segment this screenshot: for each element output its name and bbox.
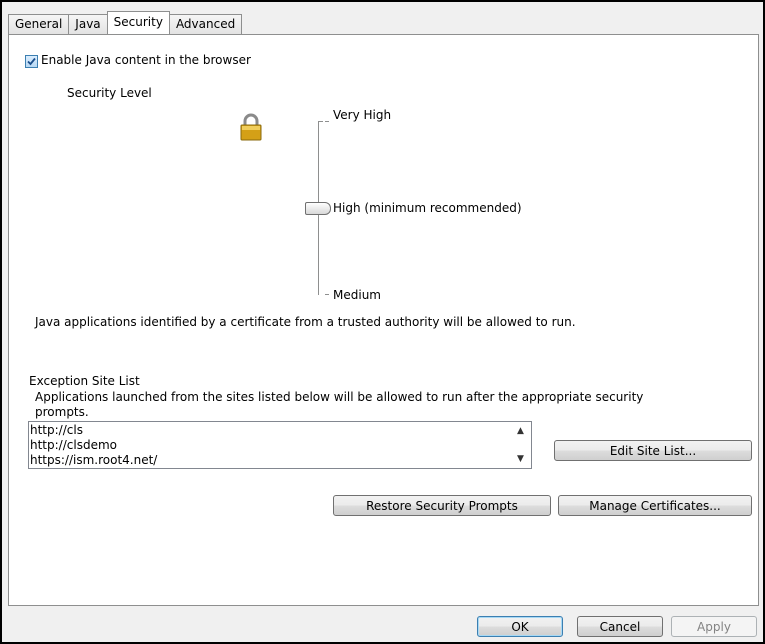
security-level-heading: Security Level xyxy=(67,86,152,100)
security-slider-thumb[interactable] xyxy=(305,202,331,215)
list-item[interactable]: http://cls xyxy=(30,423,157,438)
slider-tick xyxy=(319,121,323,122)
control-panel-window: General Java Security Advanced Enable Ja… xyxy=(0,0,765,644)
level-medium: Medium xyxy=(333,288,381,302)
scroll-up-icon[interactable]: ▲ xyxy=(517,426,524,436)
apply-button[interactable]: Apply xyxy=(671,616,757,637)
slider-tick xyxy=(325,294,329,295)
site-list-scrollbar[interactable]: ▲ ▼ xyxy=(514,422,531,468)
cancel-button[interactable]: Cancel xyxy=(577,616,663,637)
exception-description-line2: prompts. xyxy=(35,405,89,419)
enable-java-label: Enable Java content in the browser xyxy=(41,53,251,67)
tab-security[interactable]: Security xyxy=(106,11,170,34)
slider-tick xyxy=(325,121,329,122)
list-item[interactable]: https://ism.root4.net/ xyxy=(30,453,157,468)
padlock-icon xyxy=(240,113,262,141)
exception-site-list-heading: Exception Site List xyxy=(29,374,140,388)
ok-button[interactable]: OK xyxy=(477,616,563,637)
enable-java-checkbox[interactable] xyxy=(25,55,38,68)
scroll-down-icon[interactable]: ▼ xyxy=(517,454,524,464)
manage-certificates-button[interactable]: Manage Certificates... xyxy=(558,495,752,516)
list-item[interactable]: http://clsdemo xyxy=(30,438,157,453)
security-tab-panel: Enable Java content in the browser Secur… xyxy=(8,34,759,606)
security-level-description: Java applications identified by a certif… xyxy=(35,315,576,329)
edit-site-list-button[interactable]: Edit Site List... xyxy=(554,440,752,461)
exception-site-listbox[interactable]: http://cls http://clsdemo https://ism.ro… xyxy=(28,421,532,469)
check-icon xyxy=(27,57,36,66)
restore-security-prompts-button[interactable]: Restore Security Prompts xyxy=(333,495,551,516)
tab-strip: General Java Security Advanced xyxy=(8,11,243,34)
tab-advanced[interactable]: Advanced xyxy=(168,14,243,34)
level-high: High (minimum recommended) xyxy=(333,201,522,215)
tab-java[interactable]: Java xyxy=(68,14,108,34)
level-very-high: Very High xyxy=(333,108,392,122)
exception-description-line1: Applications launched from the sites lis… xyxy=(35,390,644,404)
tab-general[interactable]: General xyxy=(8,14,70,34)
